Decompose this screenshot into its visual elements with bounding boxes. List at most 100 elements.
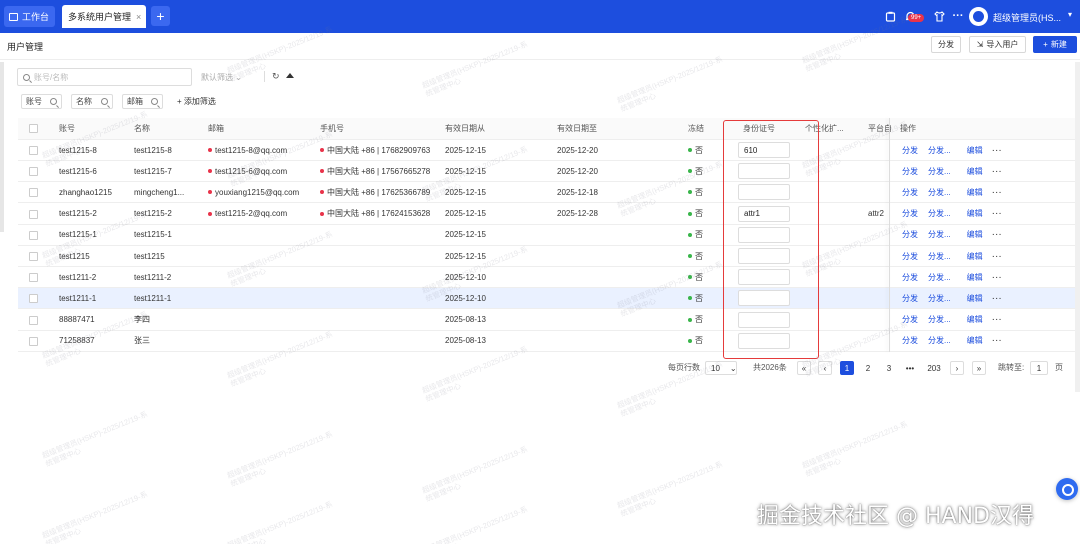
column-header[interactable]: 邮箱 xyxy=(208,118,224,139)
distribute-link[interactable]: 分发 xyxy=(902,208,918,219)
more-actions-icon[interactable]: ··· xyxy=(992,293,1002,304)
tab-user-management[interactable]: 多系统用户管理 × xyxy=(62,5,146,28)
column-header[interactable]: 账号 xyxy=(59,118,75,139)
edit-link[interactable]: 编辑 xyxy=(967,251,983,262)
distribute-more-link[interactable]: 分发... xyxy=(928,314,951,325)
row-checkbox[interactable] xyxy=(29,146,38,155)
table-row[interactable]: zhanghao1215 mingcheng1... youxiang1215@qq… xyxy=(18,182,1080,204)
more-actions-icon[interactable]: ··· xyxy=(992,187,1002,198)
more-actions-icon[interactable]: ··· xyxy=(992,145,1002,156)
tab-workbench[interactable]: 工作台 xyxy=(4,6,55,27)
refresh-icon[interactable]: ↻ xyxy=(272,71,280,82)
distribute-link[interactable]: 分发 xyxy=(902,335,918,346)
edit-link[interactable]: 编辑 xyxy=(967,187,983,198)
distribute-more-link[interactable]: 分发... xyxy=(928,335,951,346)
distribute-more-link[interactable]: 分发... xyxy=(928,187,951,198)
filter-chip-account[interactable]: 账号 xyxy=(21,94,62,109)
distribute-more-link[interactable]: 分发... xyxy=(928,272,951,283)
row-checkbox[interactable] xyxy=(29,230,38,240)
row-checkbox[interactable] xyxy=(29,336,38,346)
column-header[interactable]: 手机号 xyxy=(320,118,344,139)
distribute-link[interactable]: 分发 xyxy=(902,187,918,198)
page-ellipsis[interactable]: ••• xyxy=(903,361,917,375)
distribute-link[interactable]: 分发 xyxy=(902,293,918,304)
row-checkbox[interactable] xyxy=(29,252,38,261)
page-1[interactable]: 1 xyxy=(840,361,854,375)
row-checkbox[interactable] xyxy=(29,315,38,325)
distribute-link[interactable]: 分发 xyxy=(902,229,918,240)
table-row[interactable]: test1211-2 test1211-2 2025-12-10 否 分发 分发... 编辑… xyxy=(18,267,1080,289)
left-scrollbar[interactable] xyxy=(0,62,4,232)
page-2[interactable]: 2 xyxy=(861,361,875,375)
help-assistant-icon[interactable] xyxy=(1056,478,1078,500)
create-button[interactable]: + 新建 xyxy=(1033,36,1077,53)
row-checkbox[interactable] xyxy=(29,209,38,219)
row-checkbox[interactable] xyxy=(29,167,38,177)
table-row[interactable]: test1211-1 test1211-1 2025-12-10 否 分发 分发... 编辑… xyxy=(18,288,1080,310)
distribute-link[interactable]: 分发 xyxy=(902,166,918,177)
page-last[interactable]: 203 xyxy=(925,361,943,375)
filter-chip-name[interactable]: 名称 xyxy=(71,94,113,109)
right-scrollbar[interactable] xyxy=(1075,62,1080,392)
column-header[interactable]: 有效日期从 xyxy=(445,118,485,139)
row-checkbox[interactable] xyxy=(29,273,38,283)
more-actions-icon[interactable]: ··· xyxy=(992,272,1002,283)
edit-link[interactable]: 编辑 xyxy=(967,229,983,240)
table-row[interactable]: test1215-6 test1215-7 test1215-6@qq.com 中国大… xyxy=(18,161,1080,183)
table-row[interactable]: test1215-8 test1215-8 test1215-8@qq.com 中国大… xyxy=(18,140,1080,161)
edit-link[interactable]: 编辑 xyxy=(967,335,983,346)
distribute-more-link[interactable]: 分发... xyxy=(928,229,951,240)
table-row[interactable]: 71258837 张三 2025-08-13 否 分发 分发... 编辑 ··· xyxy=(18,331,1080,352)
edit-link[interactable]: 编辑 xyxy=(967,145,983,156)
collapse-icon[interactable] xyxy=(286,73,294,78)
more-actions-icon[interactable]: ··· xyxy=(992,208,1002,219)
distribute-more-link[interactable]: 分发... xyxy=(928,293,951,304)
distribute-link[interactable]: 分发 xyxy=(902,314,918,325)
add-tab-button[interactable]: + xyxy=(151,6,170,26)
table-row[interactable]: test1215-2 test1215-2 test1215-2@qq.com 中国大… xyxy=(18,204,1080,225)
row-checkbox[interactable] xyxy=(29,188,38,198)
edit-link[interactable]: 编辑 xyxy=(967,293,983,304)
select-all-checkbox[interactable] xyxy=(29,124,38,133)
search-input[interactable]: 账号/名称 xyxy=(17,68,192,86)
column-header[interactable]: 名称 xyxy=(134,118,150,139)
distribute-more-link[interactable]: 分发... xyxy=(928,208,951,219)
more-actions-icon[interactable]: ··· xyxy=(992,166,1002,177)
distribute-button[interactable]: 分发 xyxy=(931,36,961,53)
task-icon[interactable] xyxy=(884,10,896,22)
per-page-select[interactable]: 10 ⌄ xyxy=(705,361,737,375)
next-page-button[interactable]: › xyxy=(950,361,964,375)
row-checkbox[interactable] xyxy=(29,294,38,304)
close-icon[interactable]: × xyxy=(136,12,141,22)
page-3[interactable]: 3 xyxy=(882,361,896,375)
jump-input[interactable]: 1 xyxy=(1030,361,1048,375)
distribute-more-link[interactable]: 分发... xyxy=(928,145,951,156)
table-row[interactable]: test1215 test1215 2025-12-15 否 分发 分发... 编辑 ··· xyxy=(18,246,1080,267)
prev-page-button[interactable]: ‹ xyxy=(818,361,832,375)
table-row[interactable]: test1215-1 test1215-1 2025-12-15 否 分发 分发... 编辑… xyxy=(18,225,1080,246)
more-icon[interactable]: ··· xyxy=(952,10,964,22)
distribute-more-link[interactable]: 分发... xyxy=(928,251,951,262)
column-header[interactable]: 有效日期至 xyxy=(557,118,597,139)
avatar[interactable] xyxy=(969,7,988,26)
distribute-link[interactable]: 分发 xyxy=(902,272,918,283)
more-actions-icon[interactable]: ··· xyxy=(992,229,1002,240)
shirt-icon[interactable] xyxy=(933,10,945,22)
more-actions-icon[interactable]: ··· xyxy=(992,335,1002,346)
distribute-link[interactable]: 分发 xyxy=(902,145,918,156)
import-users-button[interactable]: ⇲ 导入用户 xyxy=(969,36,1026,53)
preset-filter-dropdown[interactable]: 默认筛选 ⌄ xyxy=(201,72,242,83)
last-page-button[interactable]: » xyxy=(972,361,986,375)
user-name[interactable]: 超级管理员(HS... xyxy=(993,11,1061,24)
first-page-button[interactable]: « xyxy=(797,361,811,375)
edit-link[interactable]: 编辑 xyxy=(967,166,983,177)
chevron-down-icon[interactable]: ▾ xyxy=(1068,10,1072,19)
distribute-link[interactable]: 分发 xyxy=(902,251,918,262)
edit-link[interactable]: 编辑 xyxy=(967,314,983,325)
column-header[interactable]: 冻结 xyxy=(688,118,704,139)
edit-link[interactable]: 编辑 xyxy=(967,272,983,283)
distribute-more-link[interactable]: 分发... xyxy=(928,166,951,177)
edit-link[interactable]: 编辑 xyxy=(967,208,983,219)
more-actions-icon[interactable]: ··· xyxy=(992,314,1002,325)
filter-chip-email[interactable]: 邮箱 xyxy=(122,94,163,109)
